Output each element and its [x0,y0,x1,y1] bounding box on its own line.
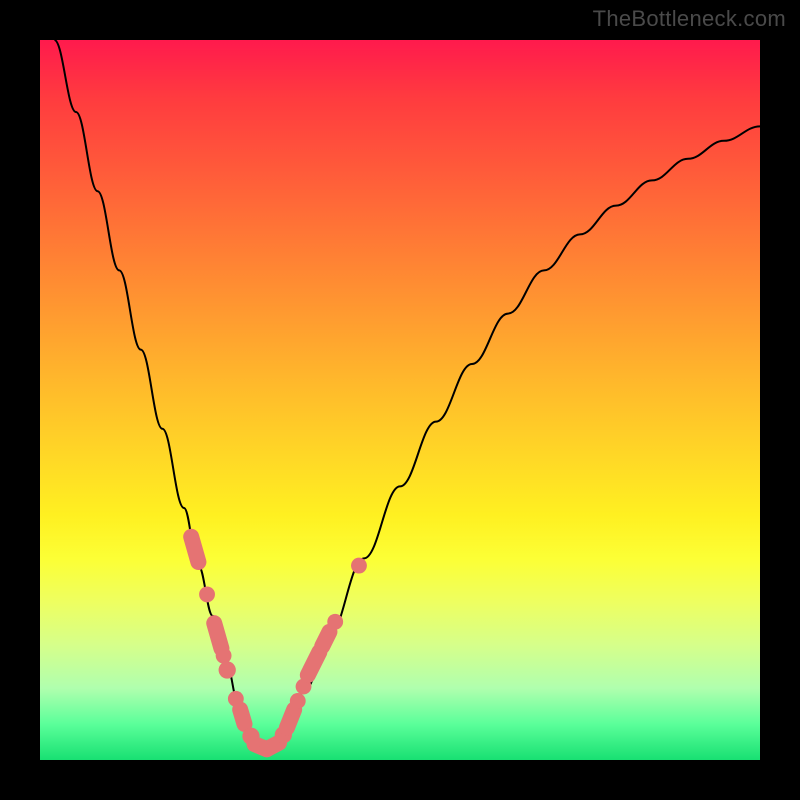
data-point-range [322,632,329,646]
chart-frame: TheBottleneck.com [0,0,800,800]
data-point-range [214,623,221,648]
watermark-text: TheBottleneck.com [593,6,786,32]
data-point-range [308,652,320,675]
data-point [290,693,306,709]
plot-area [40,40,760,760]
data-point-range [267,743,279,749]
data-point [351,558,367,574]
data-point [219,661,236,678]
data-point [216,648,232,664]
data-point [327,614,343,630]
bottleneck-curve [54,40,760,749]
curve-svg [40,40,760,760]
data-point-range [240,710,244,724]
data-point [199,586,215,602]
data-point-range [287,710,294,728]
data-point-range [191,537,198,562]
data-markers [191,537,367,749]
